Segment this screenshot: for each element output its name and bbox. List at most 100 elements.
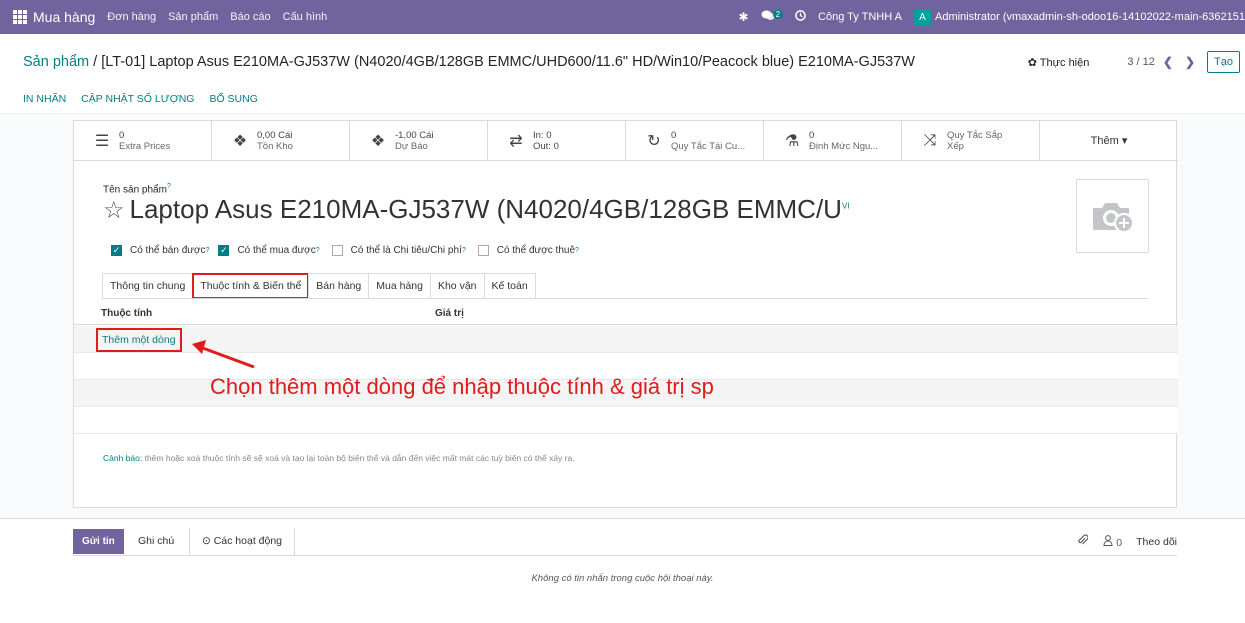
list-icon: ☰: [94, 132, 110, 150]
activities-button[interactable]: ⊙ Các hoạt động: [189, 528, 296, 555]
column-attribute[interactable]: Thuộc tính: [101, 308, 152, 319]
smart-button-reordering[interactable]: ↻ 0 Quy Tắc Tái Cu...: [626, 121, 764, 160]
smart-more-dropdown[interactable]: Thêm ▾: [1040, 121, 1178, 160]
tab-general-info[interactable]: Thông tin chung: [102, 273, 194, 299]
send-message-button[interactable]: Gửi tin: [73, 529, 124, 554]
tab-attributes-variants[interactable]: Thuộc tính & Biến thể: [192, 273, 310, 299]
replenish-button[interactable]: BỔ SUNG: [209, 93, 257, 105]
product-image[interactable]: [1076, 179, 1149, 253]
smart-button-in-out[interactable]: ⇄ In: 0 Out: 0: [488, 121, 626, 160]
tab-sales[interactable]: Bán hàng: [308, 273, 370, 299]
annotation-text: Chọn thêm một dòng để nhập thuộc tính & …: [210, 374, 714, 399]
company-switcher[interactable]: Công Ty TNHH A: [818, 11, 902, 23]
help-icon[interactable]: ?: [206, 247, 210, 254]
add-line-button[interactable]: Thêm một dòng: [96, 328, 182, 352]
cubes-icon: ❖: [370, 132, 386, 150]
smart-button-forecast[interactable]: ❖ -1,00 Cái Dự Báo: [350, 121, 488, 160]
can-be-sold-label: Có thể bán được: [130, 245, 206, 256]
bug-icon[interactable]: ✱: [739, 10, 749, 24]
smart-value: 0,00 Cái: [257, 129, 293, 141]
action-menu-button[interactable]: ✿ Thực hiện: [1028, 56, 1090, 69]
paperclip-icon[interactable]: [1077, 534, 1089, 549]
update-quantity-button[interactable]: CẬP NHẬT SỐ LƯỢNG: [81, 93, 194, 105]
log-note-button[interactable]: Ghi chú: [138, 535, 174, 547]
smart-button-on-hand[interactable]: ❖ 0,00 Cái Tồn Kho: [212, 121, 350, 160]
list-row: [74, 407, 1178, 434]
help-icon[interactable]: ?: [575, 247, 579, 254]
menu-reports[interactable]: Báo cáo: [230, 11, 270, 23]
menu-configuration[interactable]: Cấu hình: [283, 11, 328, 23]
pager-prev-icon[interactable]: ❮: [1163, 55, 1173, 69]
smart-value: -1,00 Cái: [395, 129, 434, 141]
smart-button-putaway[interactable]: ⤨ Quy Tắc Sắp Xếp: [902, 121, 1040, 160]
can-be-purchased-label: Có thể mua được: [237, 245, 316, 256]
form-action-bar: IN NHÃN CẬP NHẬT SỐ LƯỢNG BỔ SUNG: [0, 84, 1245, 114]
random-icon: ⤨: [923, 131, 937, 149]
product-name-field[interactable]: Laptop Asus E210MA-GJ537W (N4020/4GB/128…: [130, 194, 842, 224]
can-be-sold-checkbox[interactable]: ✓: [111, 245, 122, 256]
warning-prefix: Cảnh báo:: [103, 453, 143, 463]
pager-counter[interactable]: 3 / 12: [1127, 56, 1155, 68]
tab-inventory[interactable]: Kho vận: [429, 273, 485, 299]
breadcrumb-products-link[interactable]: Sản phẩm: [23, 54, 89, 70]
can-be-rented-checkbox[interactable]: [477, 245, 489, 256]
user-avatar[interactable]: A: [913, 8, 931, 26]
help-icon[interactable]: ?: [462, 247, 466, 254]
breadcrumb-current: [LT-01] Laptop Asus E210MA-GJ537W (N4020…: [101, 54, 915, 70]
pager: ✿ Thực hiện 3 / 12 ❮ ❯ Tạo: [1028, 51, 1245, 73]
variant-warning: Cảnh báo: thêm hoặc xoá thuộc tính sẽ sẽ…: [103, 453, 575, 463]
chatter-topbar-right: 0 Theo dõi: [1077, 534, 1177, 549]
help-icon[interactable]: ?: [167, 183, 171, 190]
breadcrumb: Sản phẩm / [LT-01] Laptop Asus E210MA-GJ…: [23, 54, 915, 70]
smart-label: Out: 0: [533, 140, 559, 152]
smart-label: Dự Báo: [395, 140, 428, 152]
can-be-expensed-label: Có thể là Chi tiêu/Chi phí: [350, 245, 462, 256]
pager-next-icon[interactable]: ❯: [1185, 55, 1195, 69]
smart-label: Xếp: [947, 140, 964, 152]
smart-value: 0: [671, 129, 677, 141]
form-sheet: ☰ 0 Extra Prices ❖ 0,00 Cái Tồn Kho ❖ -1,00 C…: [73, 120, 1178, 508]
smart-value: 0: [809, 129, 815, 141]
product-flags: ✓ Có thể bán được? ✓ Có thể mua được? Có t…: [111, 245, 579, 256]
cubes-icon: ❖: [232, 132, 248, 150]
language-badge[interactable]: VI: [842, 201, 850, 210]
messages-badge: 2: [772, 10, 784, 19]
smart-value: In: 0: [533, 129, 552, 141]
breadcrumb-separator: /: [89, 54, 102, 70]
smart-label: Quy Tắc Tái Cu...: [671, 140, 746, 152]
empty-thread-message: Không có tin nhắn trong cuộc hội thoại n…: [531, 573, 714, 584]
smart-label: Extra Prices: [119, 140, 171, 152]
flask-icon: ⚗: [784, 132, 800, 150]
attribute-list-header: Thuộc tính Giá trị: [74, 301, 1178, 325]
column-values[interactable]: Giá trị: [435, 308, 464, 319]
top-navbar: Mua hàng Đơn hàng Sản phẩm Báo cáo Cấu h…: [0, 0, 1245, 34]
favorite-star-icon[interactable]: ☆: [103, 197, 125, 224]
can-be-expensed-checkbox[interactable]: [331, 245, 343, 256]
notebook-tabs: Thông tin chung Thuộc tính & Biến thể Bá…: [102, 273, 536, 299]
apps-menu-icon[interactable]: [13, 10, 27, 24]
app-brand[interactable]: Mua hàng: [33, 9, 95, 25]
smart-button-extra-prices[interactable]: ☰ 0 Extra Prices: [74, 121, 212, 160]
activity-clock-icon[interactable]: [795, 10, 806, 24]
control-panel: Sản phẩm / [LT-01] Laptop Asus E210MA-GJ…: [0, 34, 1245, 84]
camera-plus-icon: [1092, 203, 1134, 233]
smart-label: Định Mức Ngu...: [809, 140, 879, 152]
messages-icon[interactable]: 2: [761, 10, 784, 24]
followers-button[interactable]: 0: [1103, 534, 1122, 549]
tabs-divider: [102, 298, 1148, 299]
user-menu[interactable]: Administrator (vmaxadmin-sh-odoo16-14102…: [935, 11, 1245, 23]
can-be-rented-label: Có thể được thuê: [496, 245, 576, 256]
smart-button-bom[interactable]: ⚗ 0 Định Mức Ngu...: [764, 121, 902, 160]
print-label-button[interactable]: IN NHÃN: [23, 93, 66, 105]
user-icon: [1103, 534, 1116, 549]
help-icon[interactable]: ?: [316, 247, 320, 254]
menu-orders[interactable]: Đơn hàng: [107, 11, 156, 23]
warning-text: thêm hoặc xoá thuộc tính sẽ sẽ xoá và tạ…: [142, 453, 575, 463]
follow-button[interactable]: Theo dõi: [1136, 536, 1177, 548]
can-be-purchased-checkbox[interactable]: ✓: [218, 245, 230, 256]
tab-purchase[interactable]: Mua hàng: [368, 273, 431, 299]
tab-accounting[interactable]: Kế toán: [483, 273, 536, 299]
annotation-arrow: [192, 340, 255, 369]
create-button[interactable]: Tạo: [1207, 51, 1240, 73]
menu-products[interactable]: Sản phẩm: [168, 11, 218, 23]
